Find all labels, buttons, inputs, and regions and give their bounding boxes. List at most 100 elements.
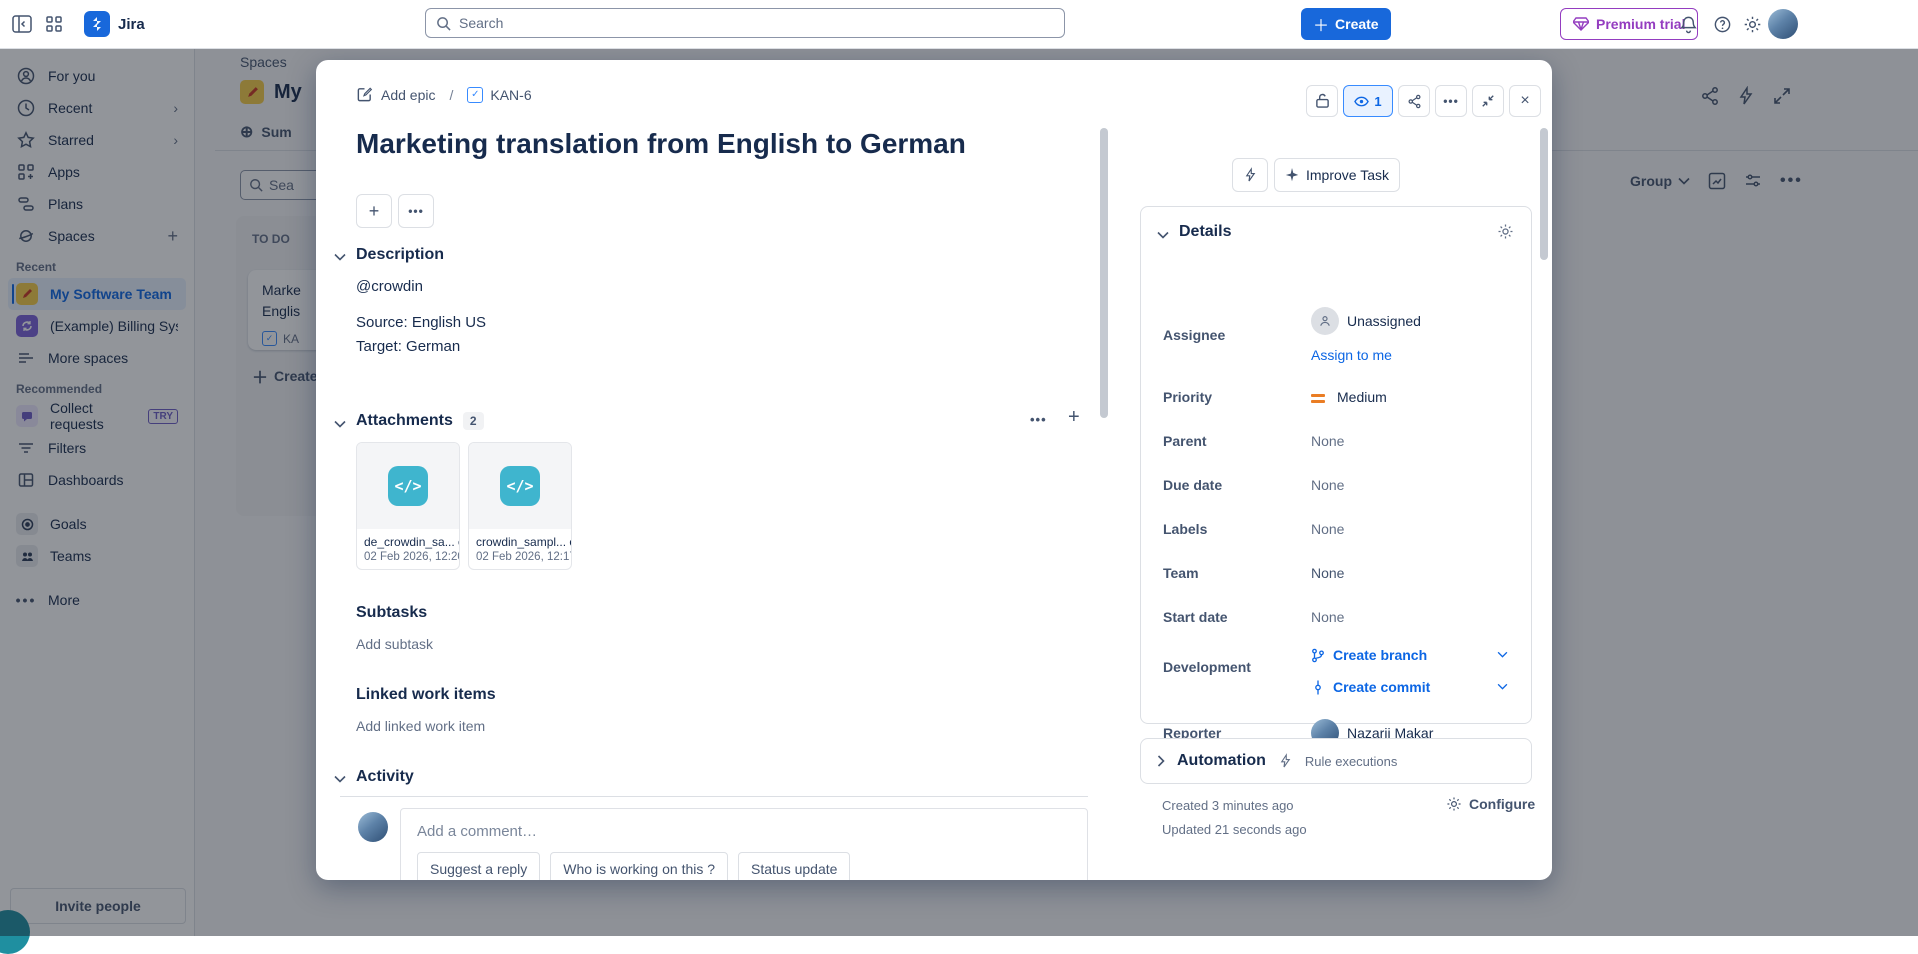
issue-key: KAN-6 (490, 87, 531, 103)
branch-icon (1311, 648, 1325, 663)
divider (340, 796, 1088, 797)
user-avatar[interactable] (1768, 9, 1798, 39)
priority-label: Priority (1163, 389, 1212, 405)
sparkle-icon (1285, 168, 1299, 182)
comment-box[interactable]: Add a comment… Suggest a reply Who is wo… (400, 808, 1088, 880)
lock-button[interactable] (1306, 85, 1338, 117)
add-epic-label: Add epic (381, 87, 435, 103)
attachment-thumbnail: </> (357, 443, 459, 529)
top-navbar: Jira Search ＋ Create Premium trial (0, 0, 1918, 49)
attachment-card[interactable]: </> de_crowdin_sa... oid.xml 02 Feb 2026… (356, 442, 460, 570)
description-heading: Description (356, 246, 444, 264)
priority-medium-icon (1311, 391, 1325, 406)
assignee-value[interactable]: Unassigned (1347, 313, 1421, 329)
share-button[interactable] (1398, 85, 1430, 117)
quick-reply-chip[interactable]: Status update (738, 852, 850, 880)
plus-icon: ＋ (1313, 12, 1329, 36)
start-date-value[interactable]: None (1311, 609, 1344, 625)
collapse-modal-button[interactable] (1472, 85, 1504, 117)
search-input[interactable]: Search (425, 8, 1065, 38)
automation-button[interactable] (1232, 158, 1268, 192)
quick-reply-chip[interactable]: Who is working on this ? (550, 852, 728, 880)
configure-label: Configure (1469, 796, 1535, 812)
gear-icon (1446, 796, 1462, 812)
watch-button[interactable]: 1 (1343, 85, 1393, 117)
rule-executions-label: Rule executions (1305, 754, 1398, 769)
labels-value[interactable]: None (1311, 521, 1344, 537)
create-commit-button[interactable]: Create commit (1311, 679, 1430, 695)
unassigned-avatar (1311, 307, 1339, 335)
automation-panel[interactable]: Automation Rule executions (1140, 738, 1532, 784)
assignee-label: Assignee (1163, 327, 1225, 343)
search-placeholder: Search (459, 15, 503, 31)
panel-scrollbar[interactable] (1540, 128, 1548, 260)
details-panel: Details Assignee Unassigned Assign to me… (1140, 206, 1532, 724)
create-commit-label: Create commit (1333, 679, 1430, 695)
subtasks-heading: Subtasks (356, 604, 427, 622)
chevron-down-icon[interactable] (334, 420, 346, 428)
details-settings-icon[interactable] (1497, 223, 1514, 240)
attachments-header: Attachments 2 (356, 412, 484, 430)
issue-key-link[interactable]: ✓ KAN-6 (467, 87, 531, 103)
attachment-name: de_crowdin_sa... oid.xml (357, 529, 459, 549)
jira-logo-icon (84, 11, 110, 37)
issue-modal: Add epic / ✓ KAN-6 1 ••• × Marketing tra… (316, 60, 1552, 880)
title-more-button[interactable]: ••• (398, 194, 434, 228)
quick-reply-chip[interactable]: Suggest a reply (417, 852, 540, 880)
configure-button[interactable]: Configure (1446, 796, 1535, 812)
updated-timestamp: Updated 21 seconds ago (1162, 822, 1307, 837)
priority-value[interactable]: Medium (1337, 389, 1387, 405)
attachments-add-button[interactable]: + (1068, 406, 1080, 429)
add-subtask-button[interactable]: Add subtask (356, 636, 433, 652)
collapse-sidebar-button[interactable] (6, 8, 38, 40)
comment-placeholder: Add a comment… (401, 809, 1087, 840)
diamond-icon (1573, 17, 1589, 31)
improve-task-button[interactable]: Improve Task (1274, 158, 1400, 192)
chevron-down-icon[interactable] (1497, 683, 1508, 690)
assign-to-me-link[interactable]: Assign to me (1311, 347, 1392, 363)
details-heading: Details (1179, 223, 1231, 241)
app-logo[interactable]: Jira (84, 11, 145, 37)
app-switcher-button[interactable] (38, 8, 70, 40)
improve-task-label: Improve Task (1306, 167, 1389, 183)
due-date-value[interactable]: None (1311, 477, 1344, 493)
attachment-card[interactable]: </> crowdin_sampl... oid.xml 02 Feb 2026… (468, 442, 572, 570)
lightning-icon (1278, 753, 1293, 769)
xml-file-icon: </> (500, 466, 540, 506)
description-mention[interactable]: @crowdin (356, 278, 423, 295)
settings-button[interactable] (1736, 8, 1768, 40)
chevron-down-icon[interactable] (334, 775, 346, 783)
add-epic-button[interactable]: Add epic (356, 86, 435, 103)
attachments-heading: Attachments (356, 412, 453, 430)
current-user-avatar (358, 812, 388, 842)
create-button[interactable]: ＋ Create (1301, 8, 1391, 40)
commit-icon (1311, 680, 1325, 695)
more-actions-button[interactable]: ••• (1435, 85, 1467, 117)
create-branch-button[interactable]: Create branch (1311, 647, 1427, 663)
watch-count: 1 (1374, 94, 1381, 109)
close-modal-button[interactable]: × (1509, 85, 1541, 117)
modal-breadcrumb: Add epic / ✓ KAN-6 (356, 86, 532, 103)
parent-label: Parent (1163, 433, 1207, 449)
attachment-date: 02 Feb 2026, 12:17 PM (469, 549, 571, 565)
chevron-right-icon (1157, 755, 1165, 767)
create-branch-label: Create branch (1333, 647, 1427, 663)
chevron-down-icon[interactable] (1497, 651, 1508, 658)
xml-file-icon: </> (388, 466, 428, 506)
notifications-button[interactable] (1672, 8, 1704, 40)
modal-scrollbar[interactable] (1100, 128, 1108, 418)
parent-value[interactable]: None (1311, 433, 1344, 449)
chevron-down-icon[interactable] (334, 253, 346, 261)
team-value[interactable]: None (1311, 565, 1344, 581)
help-button[interactable] (1706, 8, 1738, 40)
activity-heading: Activity (356, 768, 414, 786)
chevron-down-icon[interactable] (1157, 231, 1169, 239)
automation-heading: Automation (1177, 752, 1266, 770)
attachment-date: 02 Feb 2026, 12:20 PM (357, 549, 459, 565)
issue-title[interactable]: Marketing translation from English to Ge… (356, 128, 1076, 160)
add-linked-item-button[interactable]: Add linked work item (356, 718, 485, 734)
breadcrumb-separator: / (449, 87, 453, 103)
add-content-button[interactable]: + (356, 194, 392, 228)
development-label: Development (1163, 659, 1251, 675)
attachments-more-button[interactable]: ••• (1030, 412, 1047, 427)
